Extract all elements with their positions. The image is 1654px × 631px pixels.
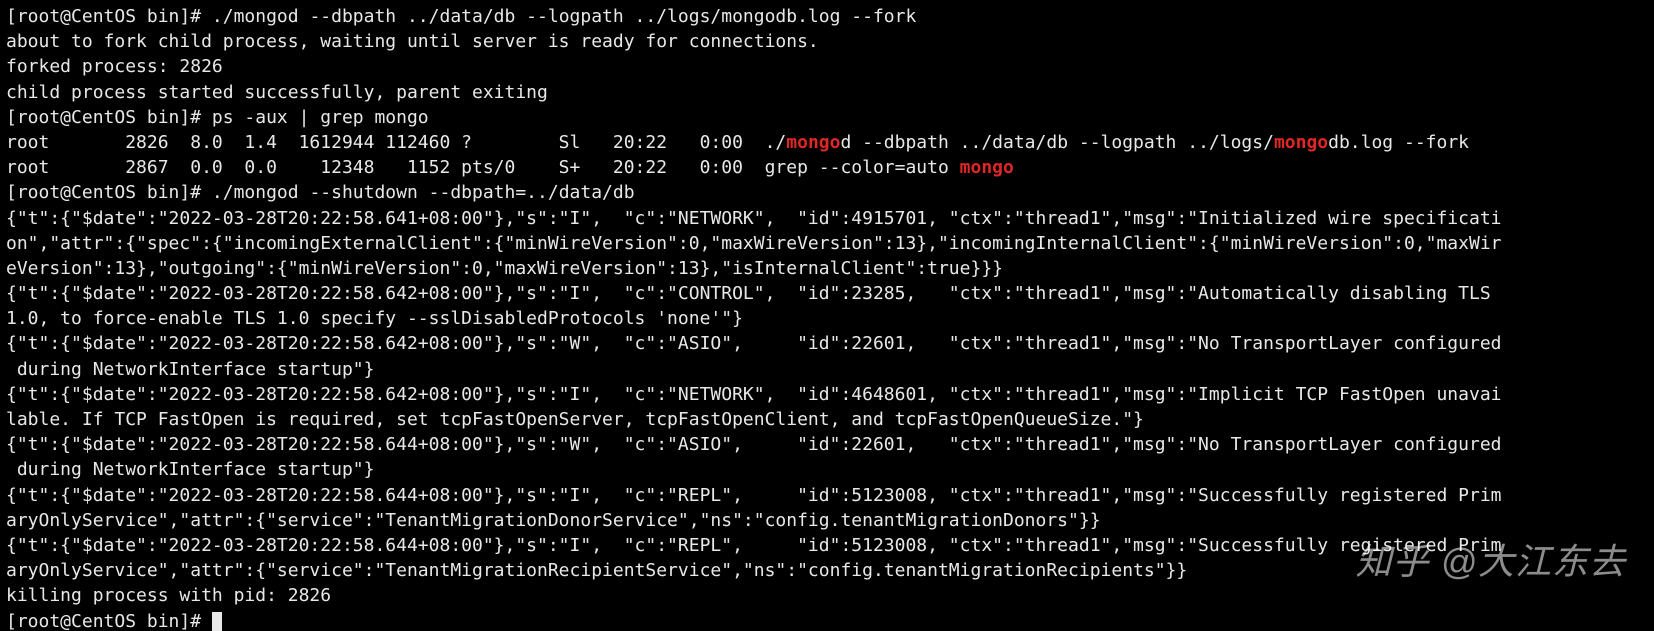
output-line: forked process: 2826: [6, 56, 223, 77]
command-shutdown: ./mongod --shutdown --dbpath=../data/db: [212, 182, 635, 203]
mongod-log-line: {"t":{"$date":"2022-03-28T20:22:58.642+0…: [6, 283, 1502, 329]
match-highlight: mongo: [786, 132, 840, 153]
ps-row: root 2867 0.0 0.0 12348 1152 pts/0 S+ 20…: [6, 157, 1014, 178]
prompt: [root@CentOS bin]#: [6, 611, 212, 631]
command-start-mongod: ./mongod --dbpath ../data/db --logpath .…: [212, 6, 916, 27]
output-line: killing process with pid: 2826: [6, 585, 331, 606]
output-line: about to fork child process, waiting unt…: [6, 31, 819, 52]
prompt: [root@CentOS bin]#: [6, 182, 212, 203]
match-highlight: mongo: [960, 157, 1014, 178]
mongod-log-line: {"t":{"$date":"2022-03-28T20:22:58.642+0…: [6, 333, 1502, 379]
mongod-log-line: {"t":{"$date":"2022-03-28T20:22:58.644+0…: [6, 485, 1502, 531]
prompt: [root@CentOS bin]#: [6, 6, 212, 27]
mongod-log-line: {"t":{"$date":"2022-03-28T20:22:58.641+0…: [6, 208, 1502, 279]
terminal-output[interactable]: [root@CentOS bin]# ./mongod --dbpath ../…: [0, 0, 1654, 631]
prompt: [root@CentOS bin]#: [6, 107, 212, 128]
output-line: child process started successfully, pare…: [6, 82, 548, 103]
command-ps-grep: ps -aux | grep mongo: [212, 107, 429, 128]
mongod-log-line: {"t":{"$date":"2022-03-28T20:22:58.644+0…: [6, 434, 1502, 480]
match-highlight: mongo: [1274, 132, 1328, 153]
ps-row: root 2826 8.0 1.4 1612944 112460 ? Sl 20…: [6, 132, 1469, 153]
mongod-log-line: {"t":{"$date":"2022-03-28T20:22:58.642+0…: [6, 384, 1502, 430]
cursor[interactable]: [212, 612, 222, 631]
mongod-log-line: {"t":{"$date":"2022-03-28T20:22:58.644+0…: [6, 535, 1502, 581]
